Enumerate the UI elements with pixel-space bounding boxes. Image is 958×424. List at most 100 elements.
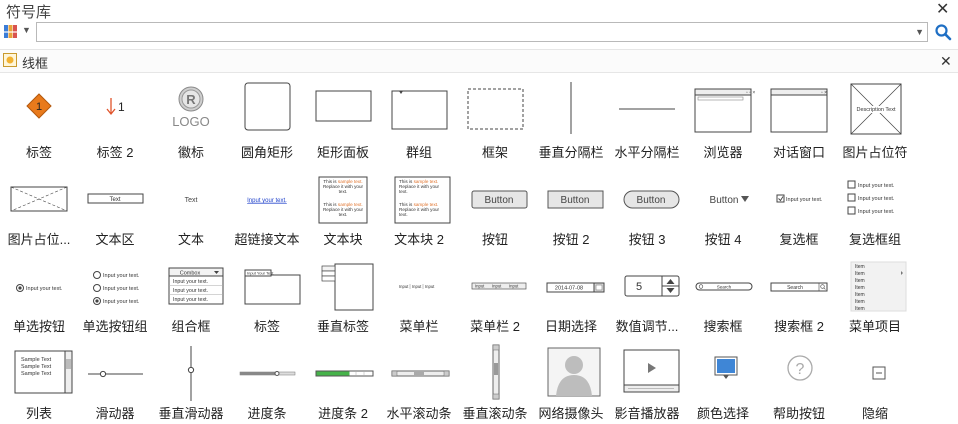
shape-label: 徽标 (177, 145, 204, 160)
shape-tag-2[interactable]: 1 标签 2 (77, 76, 153, 162)
shape-button[interactable]: Button 按钮 (457, 163, 533, 249)
shape-checkbox[interactable]: Input your text. 复选框 (761, 163, 837, 249)
shape-numeric-stepper[interactable]: 5 数值调节... (609, 250, 685, 336)
close-icon[interactable]: ✕ (936, 2, 949, 18)
svg-text:Input your text.: Input your text. (786, 197, 823, 203)
shape-label: 菜单项目 (848, 319, 901, 334)
shape-search-box-2[interactable]: Search 搜索框 2 (761, 250, 837, 336)
shape-webcam[interactable]: 网络摄像头 (533, 337, 609, 423)
shape-hyperlink-text[interactable]: Input your text. 超链接文本 (229, 163, 305, 249)
shape-button-2[interactable]: Button 按钮 2 (533, 163, 609, 249)
svg-text:Combox: Combox (180, 271, 201, 277)
shape-text-area[interactable]: Text 文本区 (77, 163, 153, 249)
shape-menu-bar[interactable]: Input Input Input 菜单栏 (381, 250, 457, 336)
plain-text: Text (185, 197, 198, 204)
shape-date-picker[interactable]: 2014-07-08 日期选择 (533, 250, 609, 336)
shape-label: 水平分隔栏 (614, 145, 680, 160)
shape-image-placeholder[interactable]: Description Text 图片占位符 (837, 76, 913, 162)
shape-tab[interactable]: Input Your Text 标签 (229, 250, 305, 336)
shape-horizontal-divider[interactable]: 水平分隔栏 (609, 76, 685, 162)
shape-logo[interactable]: R LOGO 徽标 (153, 76, 229, 162)
shape-group[interactable]: 群组 (381, 76, 457, 162)
svg-text:Sample Text: Sample Text (21, 371, 52, 377)
text-icon: Text (185, 197, 198, 204)
shape-button-4[interactable]: Button 按钮 4 (685, 163, 761, 249)
shape-tag[interactable]: 1 标签 (1, 76, 77, 162)
vertical-slider-icon (187, 346, 195, 401)
shape-list[interactable]: Sample Text Sample Text Sample Text 列表 (1, 337, 77, 423)
shape-button-3[interactable]: Button 按钮 3 (609, 163, 685, 249)
shape-slider[interactable]: 滑动器 (77, 337, 153, 423)
shape-help-button[interactable]: ? 帮助按钮 (761, 337, 837, 423)
dropdown-arrow-icon[interactable]: ▼ (915, 27, 924, 37)
shape-collapse[interactable]: 隐缩 (837, 337, 913, 423)
category-header[interactable]: 线框 ✕ (0, 49, 958, 73)
dialog-window-icon: ▫ × (770, 88, 828, 133)
shape-rect-panel[interactable]: 矩形面板 (305, 76, 381, 162)
shape-text-block-2[interactable]: This is sample text. Replace it with you… (381, 163, 457, 249)
shape-browser[interactable]: ▫ ▫ × 浏览器 (685, 76, 761, 162)
shape-label: 垂直滚动条 (462, 406, 528, 421)
shape-label: 文本区 (95, 232, 135, 247)
shape-label: 影音播放器 (614, 406, 680, 421)
shape-text-block[interactable]: This is sample text. Replace it with you… (305, 163, 381, 249)
chevron-down-icon[interactable]: ▼ (22, 25, 31, 35)
shape-progress-bar-2[interactable]: 进度条 2 (305, 337, 381, 423)
shape-media-player[interactable]: 影音播放器 (609, 337, 685, 423)
radio-group-icon: Input your text. Input your text. Input … (93, 271, 140, 305)
tag-arrow-icon: 1 (106, 98, 125, 116)
shape-label: 标签 (253, 319, 280, 334)
shape-label: 按钮 2 (552, 232, 590, 247)
magnifier-icon[interactable] (934, 23, 952, 41)
shape-color-picker[interactable]: 颜色选择 (685, 337, 761, 423)
shape-label: 日期选择 (544, 319, 597, 334)
shape-vertical-slider[interactable]: 垂直滑动器 (153, 337, 229, 423)
shape-progress-bar[interactable]: 进度条 (229, 337, 305, 423)
shape-radio-button[interactable]: Input your text. 单选按钮 (1, 250, 77, 336)
shape-label: 单选按钮组 (82, 319, 148, 334)
search-field[interactable]: ▼ (36, 22, 928, 42)
text-area-icon: Text (87, 193, 144, 204)
shape-horizontal-scrollbar[interactable]: 水平滚动条 (381, 337, 457, 423)
shape-frame[interactable]: 框架 (457, 76, 533, 162)
shape-text[interactable]: Text 文本 (153, 163, 229, 249)
svg-text:Item: Item (855, 299, 865, 305)
svg-text:text.: text. (399, 212, 408, 217)
svg-text:5: 5 (636, 281, 642, 293)
menu-bar-2-icon: Input Input Input (471, 282, 527, 290)
checkbox-icon: Input your text. (776, 194, 823, 203)
shape-label: 垂直标签 (316, 319, 369, 334)
tab-panel-icon: Input Your Text (244, 269, 301, 305)
library-grid-icon[interactable] (4, 25, 17, 38)
shape-rounded-rect[interactable]: 圆角矩形 (229, 76, 305, 162)
shape-dialog-window[interactable]: ▫ × 对话窗口 (761, 76, 837, 162)
svg-text:text.: text. (339, 189, 348, 194)
shape-menu-bar-2[interactable]: Input Input Input 菜单栏 2 (457, 250, 533, 336)
svg-text:Button: Button (710, 195, 739, 206)
shape-label: 菜单栏 (399, 319, 439, 334)
close-icon[interactable]: ✕ (940, 53, 952, 69)
image-placeholder-icon: Description Text (850, 83, 902, 135)
svg-text:Input: Input (412, 284, 422, 289)
tag-diamond-icon: 1 (26, 93, 52, 119)
shape-menu-item[interactable]: Item Item Item Item Item Item Item 菜单项目 (837, 250, 913, 336)
svg-text:Item: Item (855, 271, 865, 277)
search-row: ▼ ▼ (0, 21, 958, 44)
shape-label: 浏览器 (703, 145, 743, 160)
shape-vertical-divider[interactable]: 垂直分隔栏 (533, 76, 609, 162)
category-label: 线框 (22, 56, 49, 71)
shape-label: 垂直分隔栏 (538, 145, 604, 160)
shape-vertical-tab[interactable]: 垂直标签 (305, 250, 381, 336)
radio-button-icon: Input your text. (16, 284, 63, 292)
menu-bar-icon: Input Input Input (399, 284, 435, 289)
svg-text:Sample Text: Sample Text (21, 364, 52, 370)
shape-vertical-scrollbar[interactable]: 垂直滚动条 (457, 337, 533, 423)
shape-search-box[interactable]: Search 搜索框 (685, 250, 761, 336)
shape-image-placeholder-2[interactable]: 图片占位... (1, 163, 77, 249)
shape-combo-box[interactable]: Combox Input your text. Input your text.… (153, 250, 229, 336)
search-input[interactable] (39, 24, 903, 42)
shape-radio-group[interactable]: Input your text. Input your text. Input … (77, 250, 153, 336)
shape-checkbox-group[interactable]: Input your text. Input your text. Input … (837, 163, 913, 249)
media-player-icon (623, 349, 680, 393)
svg-text:Input your text.: Input your text. (173, 297, 208, 303)
